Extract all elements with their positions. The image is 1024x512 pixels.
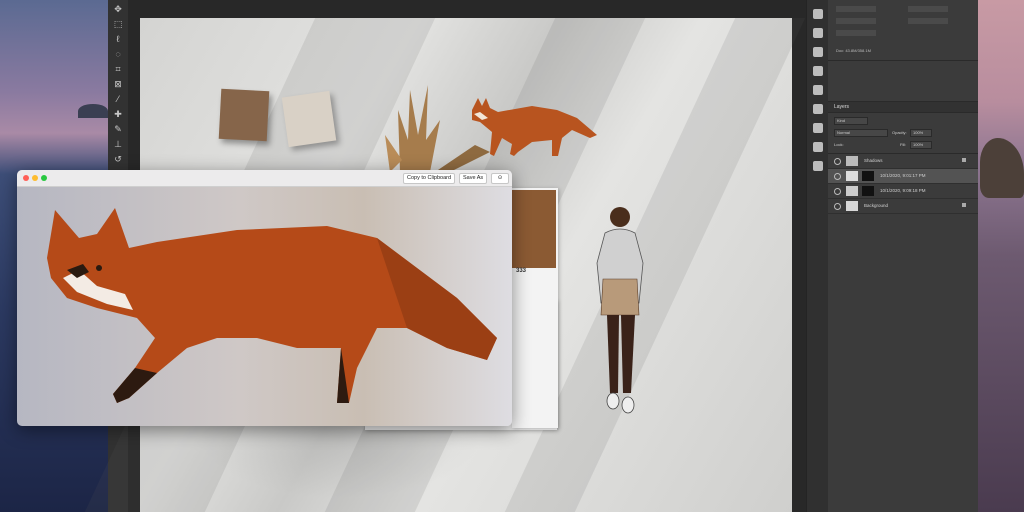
cream-paper-swatch (281, 90, 337, 148)
crop-tool-icon[interactable]: ⌗ (112, 63, 124, 75)
brown-paper-swatch (218, 88, 270, 142)
adjustments-panel-icon[interactable] (813, 85, 823, 95)
fox-image (47, 208, 497, 403)
small-fox-image (472, 98, 597, 156)
fill-label: Fill: (900, 142, 907, 147)
libraries-panel-icon[interactable] (813, 66, 823, 76)
visibility-eye-icon[interactable] (834, 188, 841, 195)
layer-thumbnail (846, 171, 858, 181)
layer-mask-thumbnail (862, 186, 874, 196)
minimize-window-icon[interactable] (32, 175, 38, 181)
eyedropper-tool-icon[interactable]: ⁄ (112, 93, 124, 105)
save-as-button[interactable]: Save As (459, 173, 488, 184)
desktop-wallpaper-right (978, 0, 1024, 512)
panel-spacer (828, 61, 978, 102)
lasso-tool-icon[interactable]: ℓ (112, 33, 124, 45)
marquee-tool-icon[interactable]: ⬚ (112, 18, 124, 30)
history-panel-icon[interactable] (813, 9, 823, 19)
layer-name: Background (864, 203, 889, 208)
swatches-panel-icon[interactable] (813, 47, 823, 57)
blend-mode-select[interactable]: Normal (834, 129, 888, 137)
properties-panel-icon[interactable] (813, 104, 823, 114)
layer-name: 10/1/2020, 9:09:18 PM (880, 188, 926, 193)
layer-row-selected[interactable]: 10/1/2020, 9:01:17 PM (828, 169, 978, 184)
lock-icon (962, 203, 966, 207)
fill-input[interactable]: 100% (910, 141, 932, 149)
channels-panel-icon[interactable] (813, 123, 823, 133)
frame-tool-icon[interactable]: ⊠ (112, 78, 124, 90)
visibility-eye-icon[interactable] (834, 203, 841, 210)
visibility-eye-icon[interactable] (834, 173, 841, 180)
layers-panel-icon[interactable] (813, 161, 823, 171)
move-tool-icon[interactable]: ✥ (112, 3, 124, 15)
color-swatch-card: 333 (512, 188, 558, 428)
layer-row[interactable]: 10/1/2020, 9:09:18 PM (828, 184, 978, 199)
share-icon[interactable]: ⊙ (491, 173, 509, 184)
layer-thumbnail (846, 186, 858, 196)
layer-row-shadows[interactable]: Shadows (828, 154, 978, 169)
layers-panel-tab[interactable]: Layers (828, 102, 978, 113)
properties-panel: Doc: 43.8M/358.1M (828, 0, 978, 61)
doc-size-readout: Doc: 43.8M/358.1M (836, 48, 871, 53)
property-field[interactable] (836, 6, 876, 12)
panels-column: Doc: 43.8M/358.1M Layers Kind Normal Opa… (828, 0, 978, 512)
brush-tool-icon[interactable]: ✎ (112, 123, 124, 135)
preview-window[interactable]: Copy to Clipboard Save As ⊙ (17, 170, 512, 426)
fashion-sketch-figure (596, 207, 644, 414)
layer-name: Shadows (864, 158, 883, 163)
paths-panel-icon[interactable] (813, 142, 823, 152)
copy-to-clipboard-button[interactable]: Copy to Clipboard (403, 173, 456, 184)
healing-tool-icon[interactable]: ✚ (112, 108, 124, 120)
property-field[interactable] (836, 18, 876, 24)
panel-dock (806, 0, 829, 512)
opacity-input[interactable]: 100% (910, 129, 932, 137)
lock-label: Lock: (834, 142, 844, 147)
history-brush-tool-icon[interactable]: ↺ (112, 153, 124, 165)
lock-icon (962, 158, 966, 162)
swatch-color (512, 190, 556, 268)
swatch-code: 333 (516, 268, 527, 274)
property-field[interactable] (836, 30, 876, 36)
layer-filter-select[interactable]: Kind (834, 117, 868, 125)
close-window-icon[interactable] (23, 175, 29, 181)
zoom-window-icon[interactable] (41, 175, 47, 181)
property-field[interactable] (908, 18, 948, 24)
layer-thumbnail (846, 201, 858, 211)
layer-row-background[interactable]: Background (828, 199, 978, 214)
layer-mask-thumbnail (862, 171, 874, 181)
opacity-label: Opacity: (892, 130, 907, 135)
layer-name: 10/1/2020, 9:01:17 PM (880, 173, 926, 178)
property-field[interactable] (908, 6, 948, 12)
layer-thumbnail (846, 156, 858, 166)
layers-controls: Kind Normal Opacity: 100% Lock: Fill: 10… (828, 113, 978, 154)
wallpaper-island (78, 104, 108, 118)
visibility-eye-icon[interactable] (834, 158, 841, 165)
quick-select-tool-icon[interactable]: ◌ (112, 48, 124, 60)
color-panel-icon[interactable] (813, 28, 823, 38)
stamp-tool-icon[interactable]: ⊥ (112, 138, 124, 150)
preview-window-titlebar[interactable]: Copy to Clipboard Save As ⊙ (17, 170, 512, 187)
